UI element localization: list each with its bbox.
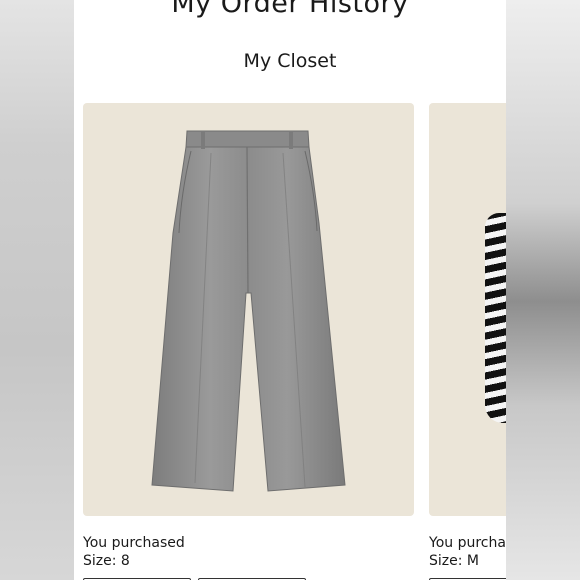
page-title: My Order History	[171, 0, 409, 19]
size-label: Size: M	[429, 553, 479, 569]
closet-item-card[interactable]: You purchased Size: 8	[83, 103, 414, 580]
purchase-label: You purchas	[429, 535, 506, 551]
section-title: My Closet	[243, 50, 337, 72]
size-label: Size: 8	[83, 553, 130, 569]
product-image[interactable]	[83, 103, 414, 516]
gray-wide-leg-trousers-icon	[151, 130, 346, 492]
app-screen: My Order History My Closet You purchased…	[74, 0, 506, 580]
closet-item-card[interactable]: You purchas Size: M	[429, 103, 506, 580]
blurred-backdrop-left	[0, 0, 74, 580]
blurred-backdrop-right	[506, 0, 580, 580]
purchase-label: You purchased	[83, 535, 185, 551]
product-image[interactable]	[429, 103, 506, 516]
black-white-striped-top-icon	[485, 213, 506, 423]
